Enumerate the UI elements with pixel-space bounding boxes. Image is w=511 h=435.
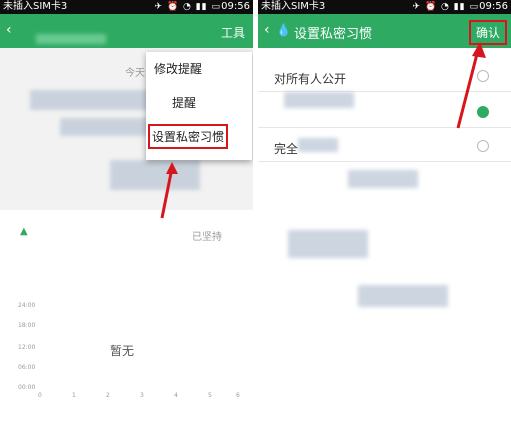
y-tick: 18:00 [18,322,36,329]
option-label: 对所有人公开 [274,72,347,86]
menu-item-edit-reminder[interactable]: 修改提醒 [154,60,202,77]
blurred-content [284,92,354,108]
y-tick: 24:00 [18,302,36,309]
chart-area: 24:00 18:00 12:00 06:00 00:00 0 1 2 3 4 … [10,300,245,400]
tools-button[interactable]: 工具 [221,24,245,41]
blurred-content [358,285,448,307]
droplet-icon: 💧 [276,23,291,37]
pointer-arrow-icon [456,42,486,129]
y-tick: 12:00 [18,344,36,351]
carrier-label: 未插入SIM卡3 [3,1,68,12]
options-menu: 修改提醒 提醒 设置私密习惯 [146,52,252,160]
blurred-content [298,138,338,152]
privacy-option[interactable]: 完全 [258,132,511,162]
status-bar: 未插入SIM卡3 ✈ ⏰ ◔ ▮▮ ▭ 09:56 [258,0,511,14]
blurred-content [348,170,418,188]
empty-label: 暂无 [110,344,135,358]
right-screen: 未插入SIM卡3 ✈ ⏰ ◔ ▮▮ ▭ 09:56 ‹ 💧 设置私密习惯 确认 … [258,0,511,429]
page-title: 设置私密习惯 [294,27,373,42]
x-tick: 3 [140,392,144,399]
kept-label: 已坚持 [192,232,222,243]
menu-item-privacy-habit[interactable]: 设置私密习惯 [148,124,229,149]
blurred-content [288,230,368,258]
up-arrow-icon: ▲ [20,226,28,237]
x-tick: 1 [72,392,76,399]
status-icons: ✈ ⏰ ◔ ▮▮ ▭ [412,2,479,12]
clock: 09:56 [221,1,250,12]
option-label: 完全 [274,142,299,156]
blurred-content [60,118,150,136]
pointer-arrow-icon [160,162,178,219]
x-tick: 5 [208,392,212,399]
left-screen: 未插入SIM卡3 ✈ ⏰ ◔ ▮▮ ▭ 09:56 ‹ 工具 ▲ 已坚持 今天 … [0,0,253,429]
x-tick: 0 [38,392,42,399]
radio-icon[interactable] [477,140,489,152]
blurred-content [30,90,150,110]
x-tick: 4 [174,392,178,399]
status-bar: 未插入SIM卡3 ✈ ⏰ ◔ ▮▮ ▭ 09:56 [0,0,253,14]
x-tick: 2 [106,392,110,399]
back-icon[interactable]: ‹ [6,22,12,38]
menu-item-reminder[interactable]: 提醒 [172,94,196,111]
back-icon[interactable]: ‹ [264,22,270,38]
status-icons: ✈ ⏰ ◔ ▮▮ ▭ [154,2,221,12]
y-tick: 00:00 [18,384,36,391]
clock: 09:56 [479,1,508,12]
blurred-content [36,34,106,44]
y-tick: 06:00 [18,364,36,371]
x-tick: 6 [236,392,240,399]
carrier-label: 未插入SIM卡3 [261,1,326,12]
today-label: 今天 [125,68,145,79]
